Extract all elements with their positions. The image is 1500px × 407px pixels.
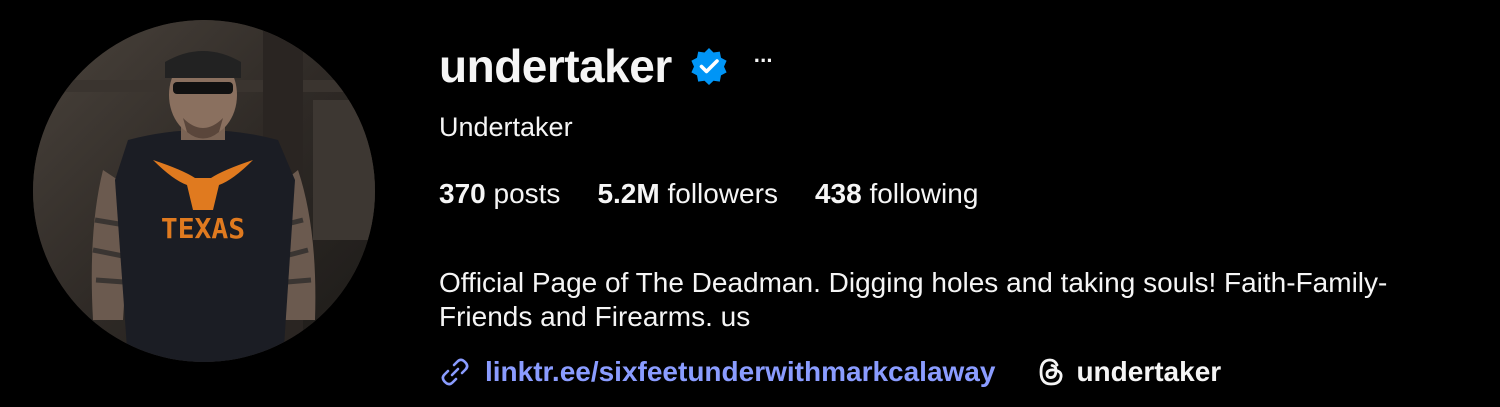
link-icon <box>441 358 469 386</box>
external-link[interactable]: linktr.ee/sixfeetunderwithmarkcalaway <box>439 356 995 388</box>
external-link-text: linktr.ee/sixfeetunderwithmarkcalaway <box>485 356 996 387</box>
verified-badge-icon <box>691 48 727 85</box>
threads-handle: undertaker <box>1076 356 1222 387</box>
profile-bio: Official Page of The Deadman. Digging ho… <box>439 266 1387 334</box>
avatar-shirt-text: TEXAS <box>161 212 245 245</box>
stat-followers-count: 5.2M <box>597 178 660 209</box>
threads-icon <box>1040 358 1063 386</box>
threads-link[interactable]: undertaker <box>1035 355 1221 389</box>
profile-stats: 370 posts 5.2M followers 438 following <box>439 178 1015 210</box>
more-options-icon[interactable]: ··· <box>754 50 774 72</box>
profile-avatar[interactable]: TEXAS <box>33 20 375 362</box>
stat-following-count: 438 <box>814 178 862 209</box>
bio-line: Official Page of The Deadman. Digging ho… <box>439 267 1388 298</box>
profile-links: linktr.ee/sixfeetunderwithmarkcalaway un… <box>439 355 1221 389</box>
bio-line: Friends and Firearms. us <box>439 301 751 332</box>
stat-posts-count: 370 <box>439 178 486 209</box>
avatar-photo: TEXAS <box>33 20 375 362</box>
profile-username: undertaker <box>439 40 672 92</box>
profile-display-name: Undertaker <box>439 112 573 142</box>
stat-posts[interactable]: 370 posts <box>439 178 560 210</box>
stat-followers-label: followers <box>667 178 778 209</box>
stat-following-label: following <box>869 178 979 209</box>
stat-following[interactable]: 438 following <box>815 178 978 210</box>
stat-followers[interactable]: 5.2M followers <box>597 178 778 210</box>
profile-title-row: undertaker ··· <box>439 38 774 94</box>
profile-info: undertaker ··· Undertaker 370 posts 5.2M… <box>439 0 1500 407</box>
stat-posts-label: posts <box>493 178 561 209</box>
